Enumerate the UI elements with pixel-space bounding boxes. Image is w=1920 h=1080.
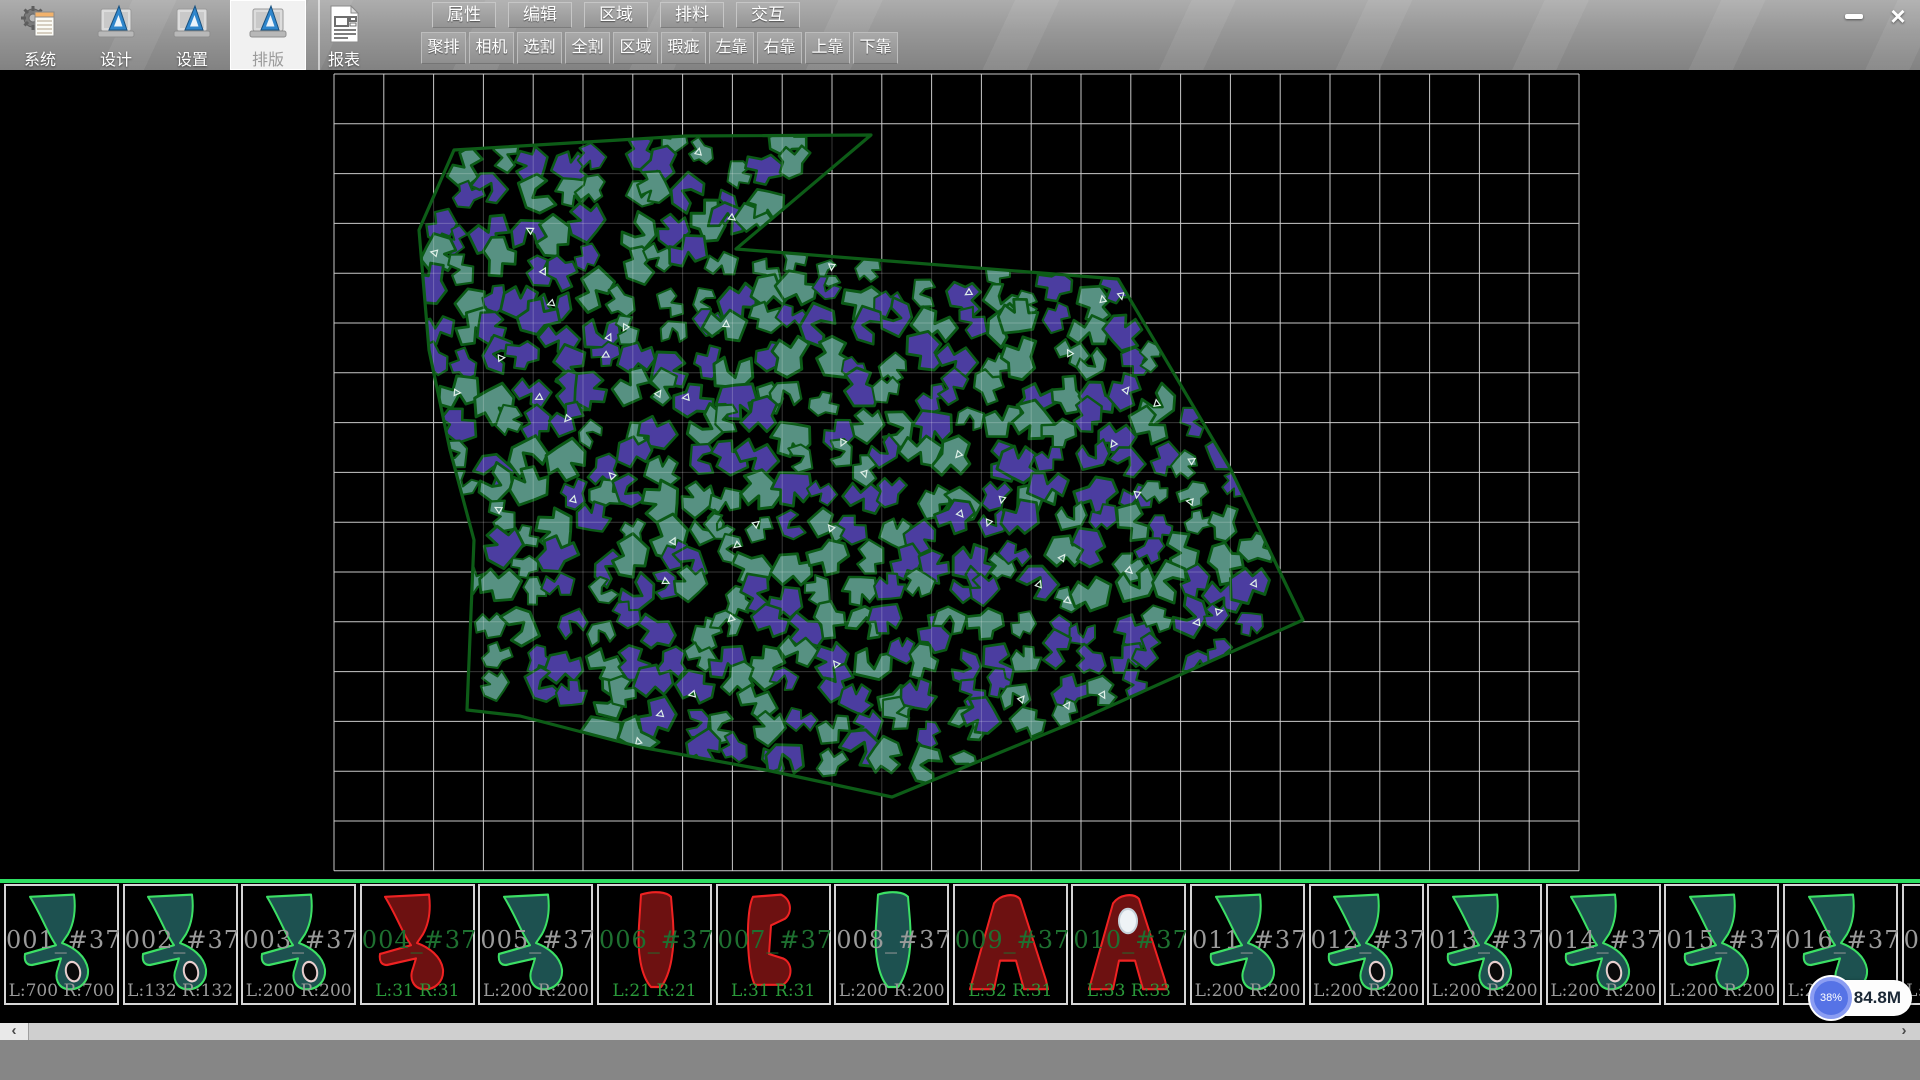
menu-row: 属性编辑区域排料交互 (432, 2, 800, 28)
memory-usage-badge: 384.8M 38% (1810, 977, 1914, 1019)
scroll-left-arrow[interactable]: ‹ (0, 1023, 29, 1040)
piece-cell-004_#37[interactable]: 004_#37 L:31 R:31 (360, 884, 475, 1005)
piece-cell-006_#37[interactable]: 006_#37 L:21 R:21 (597, 884, 712, 1005)
menu-properties[interactable]: 属性 (432, 2, 496, 28)
piece-label: 017_#37 (1904, 926, 1920, 954)
piece-lr-count: L:21 R:21 (599, 981, 710, 1001)
piece-cell-012_#37[interactable]: 012_#37 L:200 R:200 (1309, 884, 1424, 1005)
piece-lr-count: L:33 R:33 (1073, 981, 1184, 1001)
piece-label: 010_#37 (1073, 926, 1184, 954)
gear-doc-icon (18, 3, 62, 45)
titlebar: 系统设计设置排版报表 属性编辑区域排料交互 聚排相机选割全割区域瑕疵左靠右靠上靠… (0, 0, 1920, 70)
piece-lr-count: L:700 R:700 (6, 981, 117, 1001)
horizontal-scrollbar[interactable]: ‹ › (0, 1023, 1920, 1040)
tool-defect[interactable]: 瑕疵 (661, 32, 706, 64)
ribbon-tab-label: 报表 (328, 46, 360, 70)
piece-cell-011_#37[interactable]: 011_#37 L:200 R:200 (1190, 884, 1305, 1005)
piece-lr-count: L:31 R:31 (718, 981, 829, 1001)
piece-lr-count: L:200 R:200 (480, 981, 591, 1001)
piece-label: 001_#37 (6, 926, 117, 954)
piece-cell-010_#37[interactable]: 010_#37 L:33 R:33 (1071, 884, 1186, 1005)
piece-lr-count: L:200 R:200 (836, 981, 947, 1001)
ribbon-tab-label: 系统 (24, 46, 56, 70)
piece-label: 008_#37 (836, 926, 947, 954)
ruler-laptop-icon (94, 3, 138, 45)
minimize-button[interactable] (1836, 2, 1872, 30)
tool-select-cut[interactable]: 选割 (517, 32, 562, 64)
ribbon-tab-label: 排版 (252, 46, 284, 70)
nesting-canvas[interactable] (0, 70, 1920, 879)
nesting-layout-drawing (0, 70, 1920, 879)
strip-accent-line (0, 879, 1920, 883)
piece-cell-007_#37[interactable]: 007_#37 L:31 R:31 (716, 884, 831, 1005)
piece-lr-count: L:200 R:200 (1311, 981, 1422, 1001)
tool-camera[interactable]: 相机 (469, 32, 514, 64)
ribbon-tab-nesting[interactable]: 排版 (230, 0, 306, 70)
scroll-right-arrow[interactable]: › (1894, 1023, 1914, 1040)
menu-edit[interactable]: 编辑 (508, 2, 572, 28)
tool-cut-all[interactable]: 全割 (565, 32, 610, 64)
ruler-laptop-icon (170, 3, 214, 45)
ruler-laptop-icon (246, 3, 290, 45)
piece-cell-003_#37[interactable]: 003_#37 L:200 R:200 (241, 884, 356, 1005)
piece-cell-008_#37[interactable]: 008_#37 L:200 R:200 (834, 884, 949, 1005)
piece-label: 003_#37 (243, 926, 354, 954)
piece-label: 005_#37 (480, 926, 591, 954)
piece-label: 002_#37 (125, 926, 236, 954)
piece-label: 006_#37 (599, 926, 710, 954)
piece-cell-014_#37[interactable]: 014_#37 L:200 R:200 (1546, 884, 1661, 1005)
piece-lr-count: L:32 R:31 (955, 981, 1066, 1001)
tool-cluster-nest[interactable]: 聚排 (421, 32, 466, 64)
menu-interact[interactable]: 交互 (736, 2, 800, 28)
ribbon-tabs: 系统 设计 设置 排版 报表 (2, 0, 382, 70)
piece-label: 004_#37 (362, 926, 473, 954)
tool-region[interactable]: 区域 (613, 32, 658, 64)
piece-lr-count: L:200 R:200 (1192, 981, 1303, 1001)
piece-cell-002_#37[interactable]: 002_#37 L:132 R:132 (123, 884, 238, 1005)
ribbon-tab-settings[interactable]: 设置 (154, 0, 230, 70)
close-button[interactable]: × (1880, 2, 1916, 30)
piece-lr-count: L:200 R:200 (1666, 981, 1777, 1001)
piece-label: 011_#37 (1192, 926, 1303, 954)
piece-label: 013_#37 (1429, 926, 1540, 954)
report-doc-icon (322, 3, 366, 45)
piece-label: 014_#37 (1548, 926, 1659, 954)
piece-label: 015_#37 (1666, 926, 1777, 954)
tool-snap-up[interactable]: 上靠 (805, 32, 850, 64)
status-bar (0, 1040, 1920, 1080)
close-icon: × (1890, 3, 1905, 29)
piece-label: 009_#37 (955, 926, 1066, 954)
piece-label: 007_#37 (718, 926, 829, 954)
ribbon-tab-design[interactable]: 设计 (78, 0, 154, 70)
ribbon-tab-label: 设置 (176, 46, 208, 70)
minimize-icon (1845, 14, 1863, 19)
tool-row: 聚排相机选割全割区域瑕疵左靠右靠上靠下靠 (421, 32, 898, 64)
ribbon-separator (318, 0, 320, 70)
piece-lr-count: L:200 R:200 (1429, 981, 1540, 1001)
piece-lr-count: L:132 R:132 (125, 981, 236, 1001)
memory-percent: 38% (1810, 977, 1852, 1019)
ribbon-tab-system[interactable]: 系统 (2, 0, 78, 70)
menu-nest[interactable]: 排料 (660, 2, 724, 28)
piece-lr-count: L:200 R:200 (1548, 981, 1659, 1001)
piece-cell-009_#37[interactable]: 009_#37 L:32 R:31 (953, 884, 1068, 1005)
piece-label: 012_#37 (1311, 926, 1422, 954)
piece-cell-005_#37[interactable]: 005_#37 L:200 R:200 (478, 884, 593, 1005)
piece-cell-001_#37[interactable]: 001_#37 L:700 R:700 (4, 884, 119, 1005)
piece-cells: 001_#37L:700 R:700002_#37L:132 R:132003_… (0, 884, 1920, 1006)
piece-label: 016_#37 (1785, 926, 1896, 954)
piece-thumbnail-strip: 001_#37L:700 R:700002_#37L:132 R:132003_… (0, 879, 1920, 1023)
ribbon-tab-label: 设计 (100, 46, 132, 70)
tool-snap-left[interactable]: 左靠 (709, 32, 754, 64)
piece-lr-count: L:31 R:31 (362, 981, 473, 1001)
piece-lr-count: L:200 R:200 (243, 981, 354, 1001)
tool-snap-right[interactable]: 右靠 (757, 32, 802, 64)
piece-cell-015_#37[interactable]: 015_#37 L:200 R:200 (1664, 884, 1779, 1005)
piece-cell-013_#37[interactable]: 013_#37 L:200 R:200 (1427, 884, 1542, 1005)
window-controls: × (1836, 2, 1916, 30)
menu-region[interactable]: 区域 (584, 2, 648, 28)
tool-snap-down[interactable]: 下靠 (853, 32, 898, 64)
